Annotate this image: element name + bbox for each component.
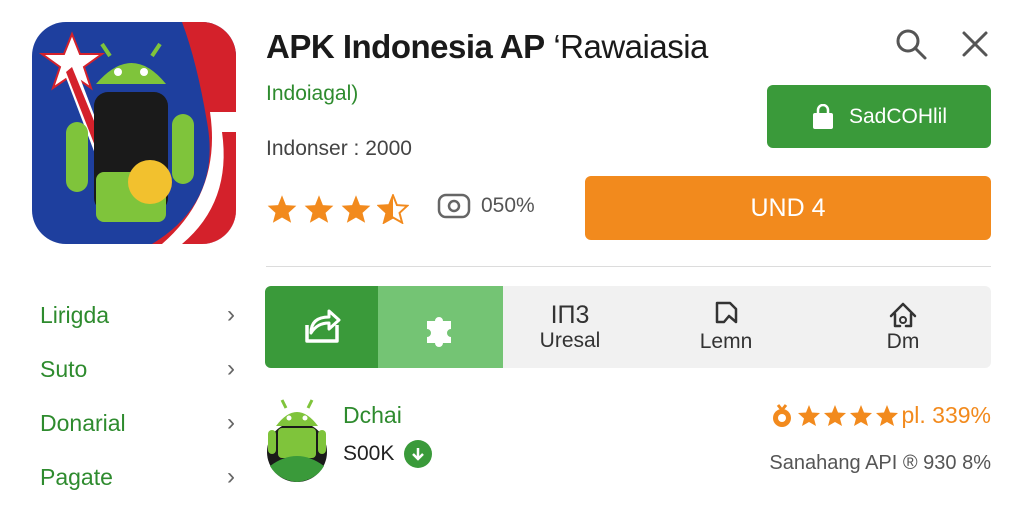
tab-bookmark-label: Lemn [699, 330, 753, 353]
developer-row: Dchai S00K pl. 339% Sanahang API ® 930 8… [266, 396, 991, 492]
home-icon [889, 302, 917, 328]
search-icon[interactable] [893, 26, 929, 62]
app-title: APK Indonesia AP ‘Rawaiasia [266, 28, 708, 65]
star-icon [824, 405, 847, 426]
chevron-right-icon: › [227, 409, 235, 436]
developer-name[interactable]: Indoiagal) [266, 82, 358, 106]
android-avatar-icon [266, 396, 328, 482]
tab-home[interactable]: Dm [815, 286, 991, 368]
puzzle-icon [426, 317, 451, 347]
developer-rating-text: pl. 339% [901, 402, 991, 428]
developer-row-count: S00K [343, 440, 433, 468]
rating-count: 050% [481, 194, 535, 217]
divider [266, 266, 991, 267]
star-icon [341, 195, 371, 223]
tab-share[interactable] [265, 286, 378, 368]
sidebar: Lirigda › Suto › Donarial › Pagate › [40, 288, 235, 504]
rating-stars [266, 194, 409, 224]
developer-rating: pl. 339% [769, 402, 991, 429]
star-icon [267, 195, 297, 223]
close-icon[interactable] [957, 26, 993, 62]
sidebar-item-4[interactable]: Pagate › [40, 450, 235, 504]
tab-version-label: Uresal [539, 329, 601, 352]
badge-icon [773, 403, 792, 427]
bookmark-icon [715, 301, 738, 324]
app-icon [32, 22, 236, 244]
tab-bookmark[interactable]: Lemn [637, 286, 815, 368]
sidebar-item-1[interactable]: Lirigda › [40, 288, 235, 342]
app-meta: Indonser : 2000 [266, 137, 412, 160]
primary-action-label: UND 4 [750, 193, 826, 222]
star-icon [850, 405, 873, 426]
star-icon [876, 405, 899, 426]
download-icon[interactable] [404, 440, 433, 468]
sidebar-item-2[interactable]: Suto › [40, 342, 235, 396]
star-icon [798, 405, 821, 426]
star-icon [304, 195, 334, 223]
secondary-action-button[interactable]: SadCOHlil [767, 85, 991, 148]
chevron-right-icon: › [227, 463, 235, 490]
chevron-right-icon: › [227, 301, 235, 328]
share-icon [304, 309, 340, 343]
tab-extensions[interactable] [378, 286, 503, 368]
primary-action-button[interactable]: UND 4 [585, 176, 991, 240]
developer-row-name[interactable]: Dchai [343, 402, 402, 429]
secondary-action-label: SadCOHlil [848, 104, 948, 128]
developer-sub-info: Sanahang API ® 930 8% [769, 452, 991, 474]
review-icon [437, 193, 471, 219]
half-star-icon [377, 194, 409, 224]
tab-home-label: Dm [886, 330, 920, 353]
chevron-right-icon: › [227, 355, 235, 382]
bag-icon [812, 103, 833, 129]
action-tab-bar: IП3 Uresal Lemn Dm [265, 286, 991, 368]
tab-version[interactable]: IП3 Uresal [503, 286, 637, 368]
tab-version-value: IП3 [550, 301, 590, 329]
rating-summary: 050% [437, 192, 535, 220]
sidebar-item-3[interactable]: Donarial › [40, 396, 235, 450]
